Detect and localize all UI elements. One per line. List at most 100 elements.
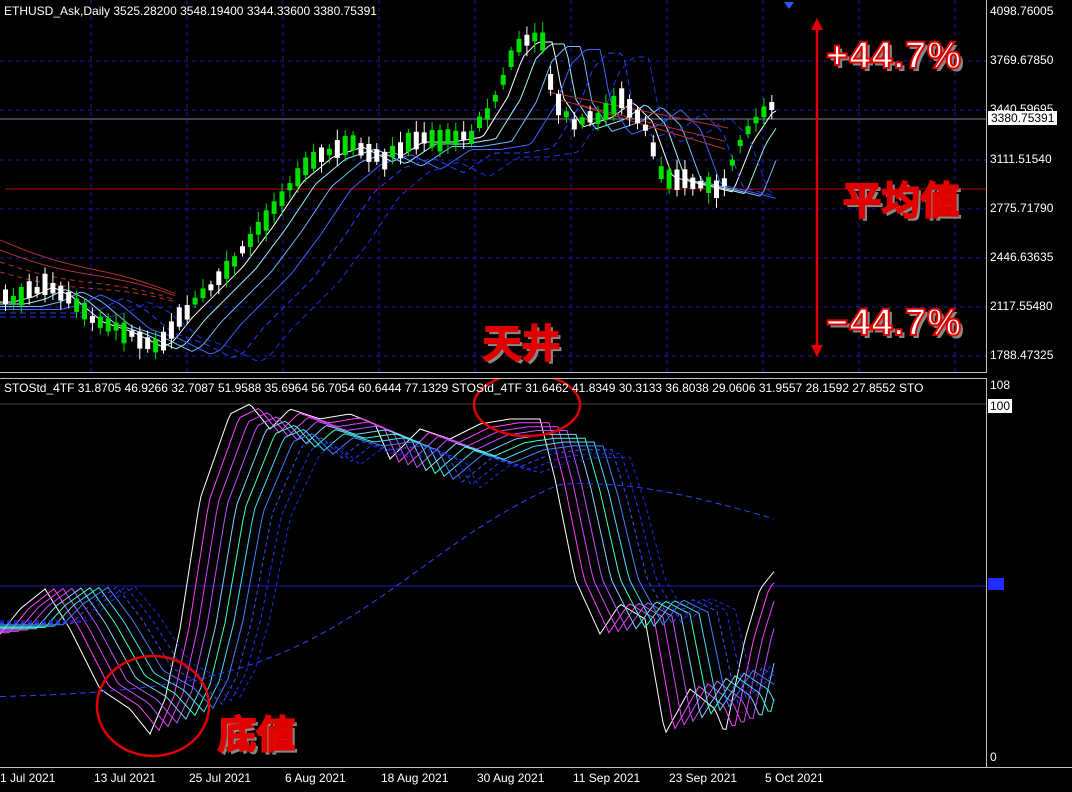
candle-body [627,99,633,118]
time-axis[interactable]: 1 Jul 2021 13 Jul 2021 25 Jul 2021 6 Aug… [0,767,1072,792]
candle-body [532,32,538,42]
oscillator-line [0,416,775,724]
moving-average-line [0,249,176,297]
candle-body [563,111,569,118]
candle-body [34,286,40,294]
candle-body [208,284,214,291]
arrow-up-icon [811,18,823,30]
time-tick: 13 Jul 2021 [94,771,157,785]
moving-average-line [0,239,176,295]
time-tick: 25 Jul 2021 [189,771,252,785]
candle-body [745,126,751,135]
price-tick: 3111.51540 [990,152,1052,166]
candle-body [635,109,640,124]
moving-average-line [0,41,777,347]
candle-body [121,322,127,344]
candle-body [374,149,380,162]
candle-body [216,271,222,286]
candle-body [571,119,577,130]
level-marker-icon[interactable] [988,578,1004,590]
oscillator-line [0,412,775,728]
moving-average-line [0,49,777,355]
symbol-info-header: ETHUSD_Ask,Daily 3525.28200 3548.19400 3… [4,4,377,18]
candle-body [611,95,617,115]
candle-body [492,94,498,102]
candle-body [437,129,443,152]
current-price-tag: 3380.75391 [988,111,1058,125]
candle-body [698,180,704,189]
price-tick: 4098.76005 [990,4,1054,18]
time-tick: 1 Jul 2021 [0,771,56,785]
price-tick: 1788.47325 [990,348,1054,362]
candle-body [168,321,174,339]
candle-body [682,169,688,188]
indicator-info-header: STOStd_4TF 31.8705 46.9266 32.7087 51.95… [4,381,924,395]
osc-tick-0: 0 [990,750,997,764]
price-tick: 3769.67850 [990,53,1054,67]
candle-body [97,316,103,328]
candle-body [247,233,253,247]
candle-body [690,177,696,190]
candle-body [390,145,396,158]
oscillator-axis[interactable]: 108 100 0 [987,378,1072,767]
long-term-oscillator-line [0,483,775,698]
candle-body [642,124,648,131]
oscillator-line [0,445,775,698]
time-tick: 30 Aug 2021 [477,771,545,785]
candle-body [176,307,182,327]
candle-body [650,142,656,157]
minus-range-annotation: −44.7% [825,301,962,345]
time-tick: 6 Aug 2021 [285,771,346,785]
candle-body [500,74,506,85]
candle-body [334,139,340,158]
candle-body [18,286,24,306]
candle-body [137,331,143,349]
time-tick: 23 Sep 2021 [669,771,738,785]
candle-body [279,191,285,207]
candle-body [579,117,585,125]
candle-body [366,144,372,162]
candle-body [66,291,72,304]
candle-body [721,178,727,187]
candle-body [50,282,56,294]
time-tick: 5 Oct 2021 [765,771,824,785]
scroll-marker-icon[interactable] [784,2,794,9]
candle-body [350,135,356,151]
candle-body [129,330,135,337]
candle-body [26,281,32,298]
candle-body [192,297,198,305]
price-axis[interactable]: 4098.76005 3769.67850 3440.59695 3111.51… [987,0,1072,372]
candle-body [3,289,8,305]
osc-tick-100: 100 [988,399,1013,413]
oscillator-line [0,424,775,717]
price-tick: 2446.63635 [990,250,1054,264]
candle-body [42,273,48,296]
candle-body [445,129,451,145]
candle-body [382,151,388,170]
candle-body [295,168,301,187]
candle-body [453,130,459,146]
candle-body [153,339,159,353]
candle-body [271,201,277,214]
candle-body [484,108,490,120]
candle-body [753,116,759,124]
candle-body [255,221,261,235]
candle-body [548,74,554,90]
mean-annotation: 平均値 [842,180,961,224]
arrow-down-icon [811,345,823,357]
candle-body [706,177,712,193]
price-tick: 2117.55480 [990,299,1053,313]
oscillator-pane[interactable]: STOStd_4TF 31.8705 46.9266 32.7087 51.95… [0,378,987,768]
candle-body [224,260,230,279]
candle-body [200,288,206,299]
candle-body [342,135,348,156]
candle-body [303,157,309,176]
candle-body [74,298,80,312]
candle-body [469,130,475,144]
oscillator-canvas[interactable] [0,379,986,768]
candle-body [358,143,364,156]
moving-average-line [0,52,777,358]
candle-body [603,103,609,120]
candle-body [516,38,522,53]
moving-average-line [0,46,777,352]
